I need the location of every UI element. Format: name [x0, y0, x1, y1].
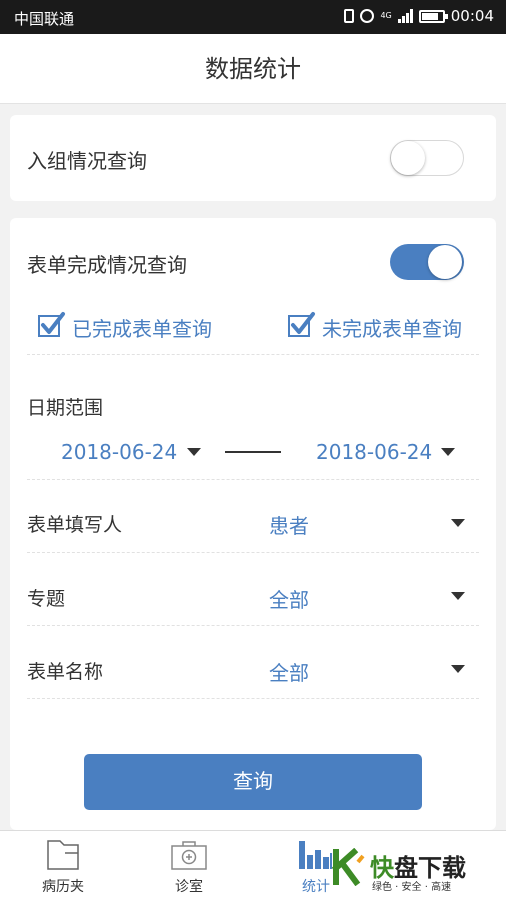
- divider: [27, 625, 479, 626]
- tab-label: 诊室: [175, 879, 203, 895]
- topic-label: 专题: [27, 588, 66, 610]
- tab-label: 病历夹: [42, 879, 84, 895]
- toggle-knob: [428, 245, 462, 279]
- signal-icon: [397, 9, 413, 23]
- chevron-down-icon[interactable]: [441, 448, 455, 456]
- end-date-select[interactable]: 2018-06-24: [316, 440, 432, 464]
- chevron-down-icon[interactable]: [451, 592, 465, 600]
- enrollment-query-toggle[interactable]: [390, 140, 464, 176]
- chevron-down-icon[interactable]: [451, 665, 465, 673]
- status-bar: 中国联通 4G 00:04: [0, 0, 506, 34]
- divider: [27, 354, 479, 355]
- enrollment-query-label: 入组情况查询: [27, 149, 147, 173]
- form-filler-select[interactable]: 患者: [269, 510, 309, 539]
- toggle-knob: [391, 141, 425, 175]
- form-completion-toggle[interactable]: [390, 244, 464, 280]
- tab-clinic[interactable]: 诊室: [139, 831, 239, 900]
- battery-icon: [418, 9, 448, 23]
- bar-chart-icon: [299, 841, 334, 869]
- form-name-label: 表单名称: [27, 661, 104, 683]
- chevron-down-icon[interactable]: [451, 519, 465, 527]
- folder-icon: [47, 840, 79, 870]
- divider: [27, 552, 479, 553]
- divider: [27, 698, 479, 699]
- watermark-subtitle: 绿色 · 安全 · 高速: [372, 882, 452, 893]
- medical-kit-icon: [171, 841, 207, 870]
- vibrate-icon: [344, 9, 355, 23]
- chevron-down-icon[interactable]: [187, 448, 201, 456]
- start-date-select[interactable]: 2018-06-24: [61, 440, 177, 464]
- page-title: 数据统计: [205, 55, 301, 83]
- completed-form-checkbox[interactable]: [38, 312, 65, 337]
- incomplete-form-checkbox[interactable]: [288, 312, 315, 337]
- clock: 00:04: [450, 7, 494, 25]
- form-completion-label: 表单完成情况查询: [27, 253, 187, 277]
- form-name-select[interactable]: 全部: [269, 657, 309, 686]
- form-completion-card: 表单完成情况查询 已完成表单查询 未完成表单查询 日期范围 2018-06-24…: [10, 218, 496, 830]
- network-type-label: 4G: [380, 11, 392, 20]
- date-range-label: 日期范围: [27, 397, 104, 419]
- enrollment-query-card: 入组情况查询: [10, 115, 496, 201]
- watermark-logo-icon: [332, 848, 366, 886]
- app-header: 数据统计: [0, 34, 506, 104]
- date-range-separator: [225, 451, 281, 453]
- checkmark-icon: [291, 312, 315, 334]
- query-button[interactable]: 查询: [84, 754, 422, 810]
- status-icons: 4G 00:04: [344, 7, 494, 25]
- incomplete-form-label[interactable]: 未完成表单查询: [322, 313, 462, 342]
- alarm-icon: [360, 9, 375, 23]
- checkmark-icon: [41, 312, 65, 334]
- tab-case-folder[interactable]: 病历夹: [13, 831, 113, 900]
- carrier-label: 中国联通: [14, 10, 75, 28]
- completed-form-label[interactable]: 已完成表单查询: [72, 313, 212, 342]
- watermark: 快盘下载 绿色 · 安全 · 高速: [332, 848, 502, 893]
- topic-select[interactable]: 全部: [269, 584, 309, 613]
- form-filler-label: 表单填写人: [27, 514, 123, 536]
- divider: [27, 479, 479, 480]
